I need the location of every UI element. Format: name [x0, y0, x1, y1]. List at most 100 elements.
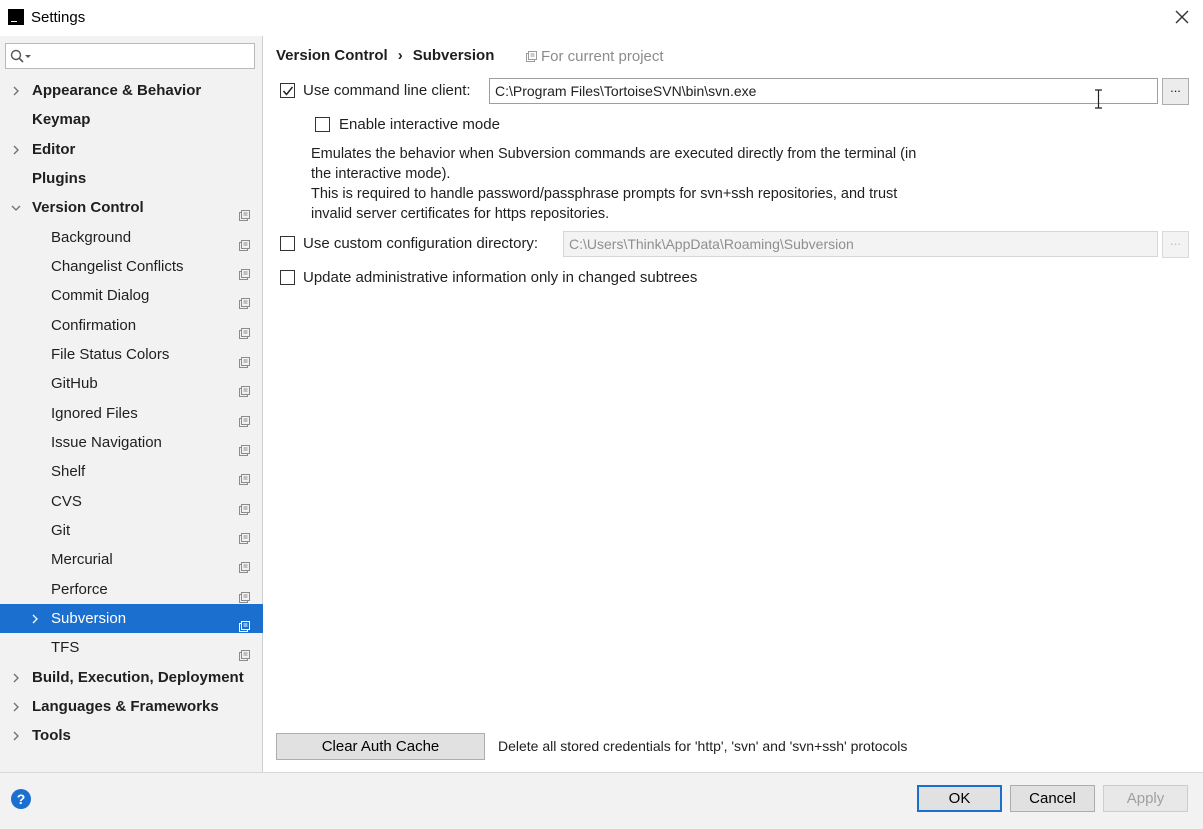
- sidebar-item-shelf[interactable]: Shelf: [0, 457, 263, 486]
- chevron-right-icon[interactable]: [10, 721, 22, 750]
- update-admin-info-label: Update administrative information only i…: [303, 269, 698, 286]
- project-scope-icon: [239, 496, 250, 515]
- enable-interactive-mode-label: Enable interactive mode: [339, 116, 500, 133]
- cancel-button[interactable]: Cancel: [1010, 785, 1095, 812]
- update-admin-info-checkbox[interactable]: [280, 270, 295, 285]
- chevron-right-icon[interactable]: [10, 135, 22, 164]
- search-icon: [10, 49, 31, 63]
- enable-interactive-mode-checkbox[interactable]: [315, 117, 330, 132]
- svn-executable-path-input[interactable]: C:\Program Files\TortoiseSVN\bin\svn.exe: [489, 78, 1158, 104]
- sidebar-item-keymap[interactable]: Keymap: [0, 105, 263, 134]
- sidebar-item-version-control[interactable]: Version Control: [0, 193, 263, 222]
- sidebar-item-label: Subversion: [51, 610, 127, 627]
- project-scope-icon: [239, 437, 250, 456]
- sidebar-item-git[interactable]: Git: [0, 516, 263, 545]
- sidebar-item-label: Version Control: [32, 199, 144, 216]
- sidebar-item-label: Issue Navigation: [51, 434, 162, 451]
- sidebar-item-commit-dialog[interactable]: Commit Dialog: [0, 281, 263, 310]
- project-scope-icon: [239, 378, 250, 397]
- sidebar-item-build-execution-deployment[interactable]: Build, Execution, Deployment: [0, 663, 263, 692]
- breadcrumb-separator: ›: [397, 47, 403, 64]
- chevron-right-icon[interactable]: [10, 692, 22, 721]
- sidebar-item-perforce[interactable]: Perforce: [0, 575, 263, 604]
- dialog-footer: ? OK Cancel Apply: [0, 772, 1203, 829]
- close-button[interactable]: [1169, 4, 1195, 30]
- sidebar-item-label: Languages & Frameworks: [32, 698, 219, 715]
- description-line: This is required to handle password/pass…: [311, 186, 898, 202]
- clear-auth-cache-button[interactable]: Clear Auth Cache: [276, 733, 485, 760]
- interactive-mode-description: Emulates the behavior when Subversion co…: [311, 144, 971, 224]
- sidebar-item-label: Git: [51, 522, 71, 539]
- sidebar-item-label: Build, Execution, Deployment: [32, 669, 244, 686]
- settings-sidebar: Appearance & Behavior Keymap Editor Plugins…: [0, 36, 263, 772]
- sidebar-item-label: TFS: [51, 639, 80, 656]
- breadcrumb-current: Subversion: [412, 47, 495, 64]
- chevron-right-icon[interactable]: [10, 76, 22, 105]
- use-command-line-client-label: Use command line client:: [303, 82, 471, 99]
- project-scope-icon: [239, 584, 250, 603]
- sidebar-item-ignored-files[interactable]: Ignored Files: [0, 399, 263, 428]
- sidebar-item-label: Editor: [32, 141, 76, 158]
- sidebar-item-file-status-colors[interactable]: File Status Colors: [0, 340, 263, 369]
- chevron-right-icon[interactable]: [10, 663, 22, 692]
- sidebar-item-plugins[interactable]: Plugins: [0, 164, 263, 193]
- project-scope-icon: [239, 525, 250, 544]
- description-line: the interactive mode).: [311, 166, 451, 182]
- project-scope-icon: [239, 554, 250, 573]
- sidebar-item-confirmation[interactable]: Confirmation: [0, 311, 263, 340]
- sidebar-item-tfs[interactable]: TFS: [0, 633, 263, 662]
- use-custom-config-dir-checkbox[interactable]: [280, 236, 295, 251]
- svn-path-browse-button[interactable]: ...: [1162, 78, 1189, 105]
- sidebar-item-label: Ignored Files: [51, 405, 138, 422]
- ok-button[interactable]: OK: [917, 785, 1002, 812]
- help-icon[interactable]: ?: [11, 789, 31, 809]
- sidebar-item-tools[interactable]: Tools: [0, 721, 263, 750]
- project-scope-icon: [239, 290, 250, 309]
- sidebar-item-label: File Status Colors: [51, 346, 170, 363]
- project-scope-icon: [239, 408, 250, 427]
- chevron-down-icon[interactable]: [10, 193, 22, 222]
- search-field[interactable]: [34, 46, 249, 66]
- sidebar-item-languages-frameworks[interactable]: Languages & Frameworks: [0, 692, 263, 721]
- sidebar-item-label: Appearance & Behavior: [32, 82, 202, 99]
- intellij-logo-icon: IJ: [8, 9, 24, 25]
- sidebar-item-github[interactable]: GitHub: [0, 369, 263, 398]
- apply-button[interactable]: Apply: [1103, 785, 1188, 812]
- project-scope-icon: [239, 349, 250, 368]
- title-bar: IJ Settings: [0, 0, 1203, 36]
- project-scope-icon: [526, 51, 537, 62]
- sidebar-item-changelist-conflicts[interactable]: Changelist Conflicts: [0, 252, 263, 281]
- settings-search-input[interactable]: [5, 43, 255, 69]
- sidebar-item-label: Shelf: [51, 463, 86, 480]
- sidebar-item-label: Keymap: [32, 111, 91, 128]
- project-scope-icon: [239, 232, 250, 251]
- sidebar-item-label: Tools: [32, 727, 71, 744]
- sidebar-item-mercurial[interactable]: Mercurial: [0, 545, 263, 574]
- use-command-line-client-checkbox[interactable]: [280, 83, 295, 98]
- project-scope-icon: [239, 320, 250, 339]
- sidebar-item-issue-navigation[interactable]: Issue Navigation: [0, 428, 263, 457]
- breadcrumb-parent[interactable]: Version Control: [276, 47, 388, 64]
- sidebar-item-appearance-behavior[interactable]: Appearance & Behavior: [0, 76, 263, 105]
- project-scope-icon: [239, 202, 250, 221]
- subversion-settings-panel: Version Control › Subversion For current p…: [264, 36, 1203, 772]
- project-scope-icon: [239, 261, 250, 280]
- for-current-project-label: For current project: [541, 48, 664, 65]
- sidebar-item-background[interactable]: Background: [0, 223, 263, 252]
- description-line: invalid server certificates for https re…: [311, 206, 610, 222]
- use-custom-config-dir-label: Use custom configuration directory:: [303, 235, 539, 252]
- chevron-right-icon[interactable]: [29, 604, 41, 633]
- custom-config-dir-input[interactable]: C:\Users\Think\AppData\Roaming\Subversio…: [563, 231, 1158, 257]
- description-line: Emulates the behavior when Subversion co…: [311, 146, 917, 162]
- sidebar-item-label: GitHub: [51, 375, 98, 392]
- for-current-project-note: For current project: [526, 48, 664, 65]
- sidebar-item-label: Confirmation: [51, 317, 137, 334]
- checkmark-icon: [282, 86, 294, 96]
- project-scope-icon: [239, 613, 250, 632]
- sidebar-item-editor[interactable]: Editor: [0, 135, 263, 164]
- custom-config-dir-browse-button[interactable]: ...: [1162, 231, 1189, 258]
- sidebar-item-subversion[interactable]: Subversion: [0, 604, 263, 633]
- sidebar-item-cvs[interactable]: CVS: [0, 487, 263, 516]
- sidebar-item-label: Perforce: [51, 581, 108, 598]
- text-cursor-icon: [1095, 89, 1102, 109]
